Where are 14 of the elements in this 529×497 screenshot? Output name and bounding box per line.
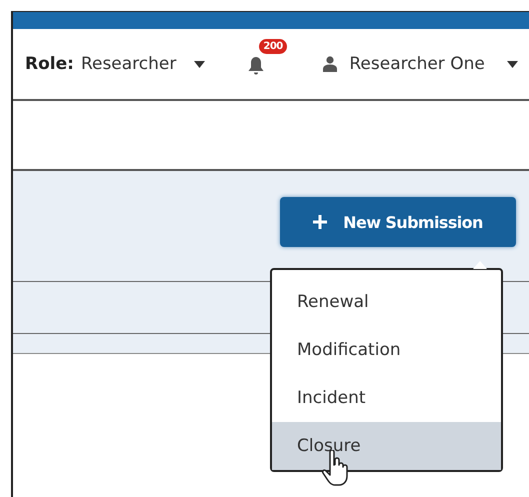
person-icon [323, 56, 338, 72]
notification-badge: 200 [259, 39, 287, 54]
role-label: Role: [25, 54, 74, 74]
caret-icon [506, 60, 518, 68]
menu-item[interactable]: Incident [272, 374, 501, 422]
menu-item[interactable]: Modification [272, 326, 501, 374]
menu-item[interactable]: Closure [272, 422, 501, 470]
role-dropdown[interactable]: Researcher [80, 54, 206, 74]
user-menu[interactable]: Researcher One [323, 54, 518, 74]
menu-item[interactable]: Renewal [272, 278, 501, 326]
caret-icon [194, 60, 206, 68]
new-submission-button[interactable]: New Submission [280, 197, 516, 247]
plus-icon [313, 215, 328, 229]
bell-icon[interactable] [247, 56, 266, 75]
